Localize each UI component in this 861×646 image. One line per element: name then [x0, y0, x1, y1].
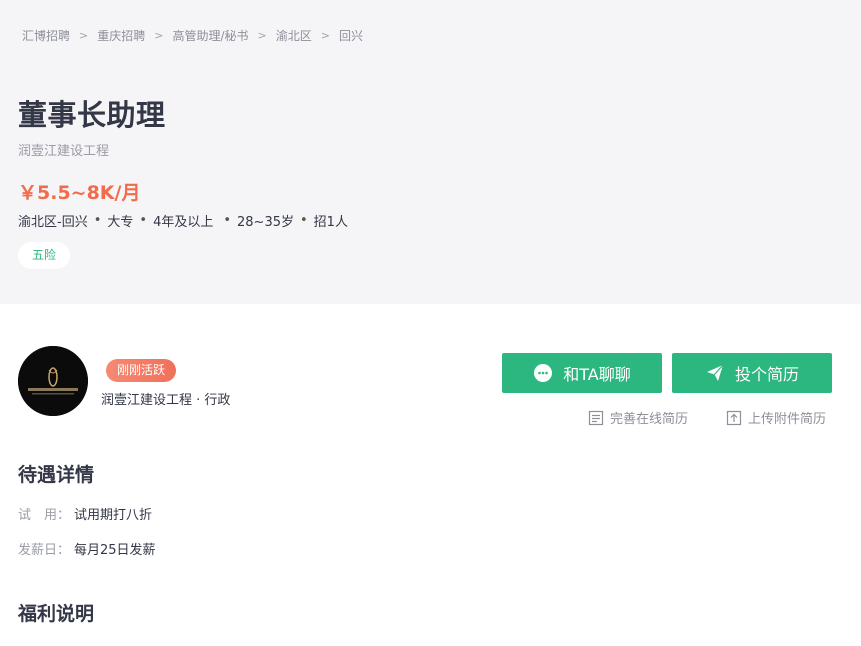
- breadcrumb-item[interactable]: 高管助理/秘书: [172, 27, 248, 44]
- recruiter-company: 润壹江建设工程 · 行政: [101, 393, 231, 408]
- apply-button-label: 投个简历: [734, 365, 799, 384]
- benefit-tag: 五险: [18, 242, 71, 269]
- breadcrumb-item[interactable]: 汇博招聘: [22, 27, 70, 44]
- company-logo[interactable]: [18, 346, 88, 416]
- meta-dot: •: [223, 213, 232, 228]
- active-status-badge: 刚刚活跃: [106, 359, 177, 382]
- online-resume-label: 完善在线简历: [610, 412, 689, 427]
- breadcrumb-item[interactable]: 渝北区: [276, 27, 312, 44]
- chat-button-label: 和TA聊聊: [563, 365, 631, 384]
- company-logo-image: [18, 346, 88, 416]
- treatment-section-title: 待遇详情: [18, 464, 95, 486]
- job-title: 董事长助理: [18, 98, 166, 132]
- treatment-key: 发薪日：: [18, 543, 71, 558]
- treatment-key: 试 用：: [18, 508, 71, 523]
- breadcrumb-separator: >: [320, 29, 330, 42]
- document-icon: [588, 410, 604, 426]
- breadcrumb-separator: >: [79, 29, 89, 42]
- treatment-row: 发薪日： 每月25日发薪: [18, 539, 156, 558]
- salary: ￥5.5~8K/月: [18, 182, 141, 204]
- meta-experience: 4年及以上: [153, 215, 214, 230]
- chat-button[interactable]: 和TA聊聊: [502, 353, 662, 393]
- breadcrumb-item[interactable]: 回兴: [339, 27, 363, 44]
- job-meta: 渝北区-回兴 • 大专 • 4年及以上 • 28~35岁 • 招1人: [18, 211, 348, 230]
- apply-button[interactable]: 投个简历: [672, 353, 832, 393]
- meta-age: 28~35岁: [237, 215, 294, 230]
- treatment-value: 每月25日发薪: [74, 543, 156, 558]
- upload-icon: [726, 410, 742, 426]
- upload-resume-link[interactable]: 上传附件简历: [726, 408, 826, 427]
- meta-dot: •: [300, 213, 308, 228]
- chat-bubble-icon: [533, 363, 553, 383]
- meta-dot: •: [93, 213, 102, 228]
- breadcrumb-item[interactable]: 重庆招聘: [97, 27, 145, 44]
- meta-dot: •: [139, 213, 148, 228]
- breadcrumb-separator: >: [257, 29, 267, 42]
- paper-plane-icon: [705, 363, 725, 383]
- treatment-value: 试用期打八折: [74, 508, 153, 523]
- complete-online-resume-link[interactable]: 完善在线简历: [588, 408, 688, 427]
- welfare-section-title: 福利说明: [18, 603, 95, 625]
- breadcrumb: 汇博招聘 > 重庆招聘 > 高管助理/秘书 > 渝北区 > 回兴: [22, 27, 363, 44]
- breadcrumb-separator: >: [154, 29, 164, 42]
- company-name[interactable]: 润壹江建设工程: [18, 140, 109, 159]
- meta-headcount: 招1人: [313, 215, 348, 230]
- upload-resume-label: 上传附件简历: [748, 412, 827, 427]
- meta-education: 大专: [107, 215, 134, 230]
- job-header: 汇博招聘 > 重庆招聘 > 高管助理/秘书 > 渝北区 > 回兴 董事长助理 润…: [0, 0, 861, 304]
- meta-location: 渝北区-回兴: [18, 215, 88, 230]
- treatment-row: 试 用： 试用期打八折: [18, 504, 152, 523]
